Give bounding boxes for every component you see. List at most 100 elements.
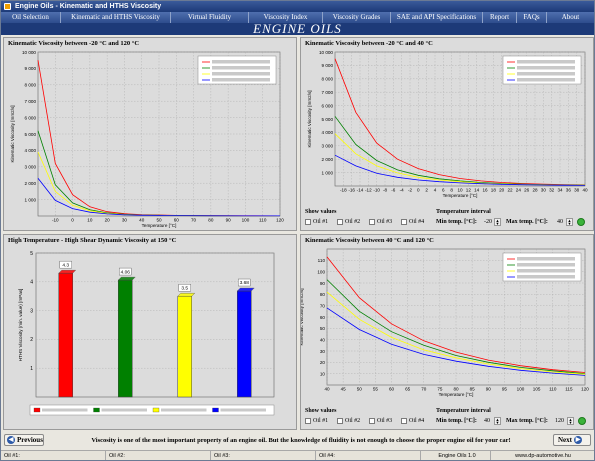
bar-top-oil2 [117,276,136,281]
info-text: Viscosity is one of the most important p… [91,437,511,444]
legend-text-redacted [161,408,207,412]
x-tick-label: 0 [71,218,74,223]
status-site: www.dp-automotive.hu [515,453,571,459]
oil3-checkbox-label: Oil #3 [377,219,393,225]
apply-ok-icon[interactable] [578,417,586,425]
data-label: 3.68 [240,280,250,286]
status-oil2: Oil #2: [106,451,211,460]
y-tick-label: 3 000 [25,165,37,170]
menu-report[interactable]: Report [483,12,517,23]
legend-text-redacted [212,60,270,64]
window-title: Engine Oils - Kinematic and HTHS Viscosi… [15,3,162,10]
next-label: Next [558,436,572,444]
min-temp-label: Min temp. [°C]: [436,418,477,424]
x-tick-label: 100 [242,218,250,223]
min-temp-spinner[interactable]: ▲ ▼ [494,417,501,425]
bar-oil3 [177,295,192,398]
oil3-checkbox-label: Oil #3 [377,418,393,424]
x-tick-label: 50 [156,218,162,223]
legend-swatch-oil2 [93,407,100,413]
banner-title: ENGINE OILS [1,22,594,35]
app-icon [4,3,11,10]
x-tick-label: 20 [105,218,111,223]
controls-hot: Show values Oil #1 Oil #2 Oil #3 Oil #4 … [301,235,595,431]
oil4-checkbox[interactable] [401,219,407,225]
oil1-checkbox[interactable] [305,418,311,424]
menu-about[interactable]: About [547,12,594,23]
data-label: 3.5 [181,285,188,291]
panel-kv-wide: 1 000 2 000 3 000 4 000 5 000 6 000 7 000 8 000… [3,37,297,231]
chart-kv-wide: 1 000 2 000 3 000 4 000 5 000 6 000 7 000 8 000… [10,50,284,228]
y-axis-label: Kinematic Viscosity [mm2/s] [10,105,15,162]
max-temp-label: Max temp. [°C]: [506,219,548,225]
temp-interval-label: Temperature interval [436,408,491,414]
legend-text-redacted [101,408,147,412]
oil1-checkbox-label: Oil #1 [313,219,329,225]
oil2-checkbox-label: Oil #2 [345,418,361,424]
apply-ok-icon[interactable] [577,218,585,226]
oil3-checkbox[interactable] [369,219,375,225]
x-tick-label: 10 [87,218,93,223]
bar-oil2 [118,279,133,398]
bar-oil4 [237,290,252,398]
max-temp-label: Max temp. [°C]: [506,418,548,424]
menu-sae-api[interactable]: SAE and API Specifications [391,12,483,23]
y-axis-label: HTHS Viscosity (min. value) [mPas] [18,289,23,362]
data-label: 4.06 [121,269,131,275]
title-bar: Engine Oils - Kinematic and HTHS Viscosi… [1,1,594,12]
panel-title: High Temperature - High Shear Dynamic Vi… [8,237,177,244]
panel-hths: 1 2 3 4 5 HTHS Viscosity (min. value) [mPas] 4… [3,234,297,430]
y-tick-label: 2 [30,337,33,343]
app-window: Engine Oils - Kinematic and HTHS Viscosi… [0,0,595,461]
y-tick-label: 5 [30,251,33,257]
max-temp-value[interactable]: 40 [557,219,563,225]
oil2-checkbox[interactable] [337,418,343,424]
menu-virtual-fluidity[interactable]: Virtual Fluidity [171,12,249,23]
x-tick-label: 30 [122,218,128,223]
bar-top-oil1 [58,269,77,274]
max-temp-spinner[interactable]: ▲ ▼ [566,218,573,226]
status-oil4: Oil #4: [316,451,421,460]
x-tick-label: 90 [226,218,232,223]
max-temp-spinner[interactable]: ▲ ▼ [567,417,574,425]
x-tick-label: -10 [52,218,59,223]
legend-text-redacted [212,78,270,82]
y-tick-label: 2 000 [25,181,37,186]
min-temp-spinner[interactable]: ▲ ▼ [494,218,501,226]
min-temp-value[interactable]: 40 [484,418,490,424]
menu-kinematic-hths[interactable]: Kinematic and HTHS Viscosity [61,12,171,23]
y-tick-label: 7 000 [25,99,37,104]
x-tick-label: 70 [191,218,197,223]
menu-faqs[interactable]: FAQs [517,12,547,23]
show-values-label: Show values [305,408,337,414]
x-tick-label: 40 [139,218,145,223]
bar-top-oil3 [177,293,196,297]
previous-button[interactable]: ◀ Previous [4,434,44,446]
status-oil3: Oil #3: [211,451,316,460]
y-tick-label: 4 000 [25,148,37,153]
panel-kv-hot: 10 20 30 40 50 60 70 80 90 100 110 40 45 50 55 60 65 70 75… [300,234,594,430]
min-temp-label: Min temp. [°C]: [436,219,477,225]
min-temp-value[interactable]: -20 [484,219,492,225]
next-button[interactable]: Next ▶ [553,434,591,446]
max-temp-value[interactable]: 120 [555,418,564,424]
status-version: Engine Oils 1.0 [421,451,491,460]
y-tick-label: 8 000 [25,83,37,88]
oil2-checkbox[interactable] [337,219,343,225]
y-tick-label: 3 [30,308,33,314]
panel-kv-cold: 1 000 2 000 3 000 4 000 5 000 6 000 7 000 8 000… [300,37,594,231]
bar-top-oil4 [236,287,255,292]
oil3-checkbox[interactable] [369,418,375,424]
legend-text-redacted [212,72,270,76]
y-tick-label: 1 000 [25,197,37,202]
oil1-checkbox[interactable] [305,219,311,225]
x-tick-label: 80 [208,218,214,223]
menu-oil-selection[interactable]: Oil Selection [1,12,61,23]
data-label: 4.3 [62,262,69,268]
oil4-checkbox[interactable] [401,418,407,424]
show-values-label: Show values [305,209,337,215]
controls-cold: Show values Oil #1 Oil #2 Oil #3 Oil #4 … [301,38,595,232]
y-tick-label: 9 000 [25,66,37,71]
y-tick-label: 4 [30,280,33,286]
oil2-checkbox-label: Oil #2 [345,219,361,225]
